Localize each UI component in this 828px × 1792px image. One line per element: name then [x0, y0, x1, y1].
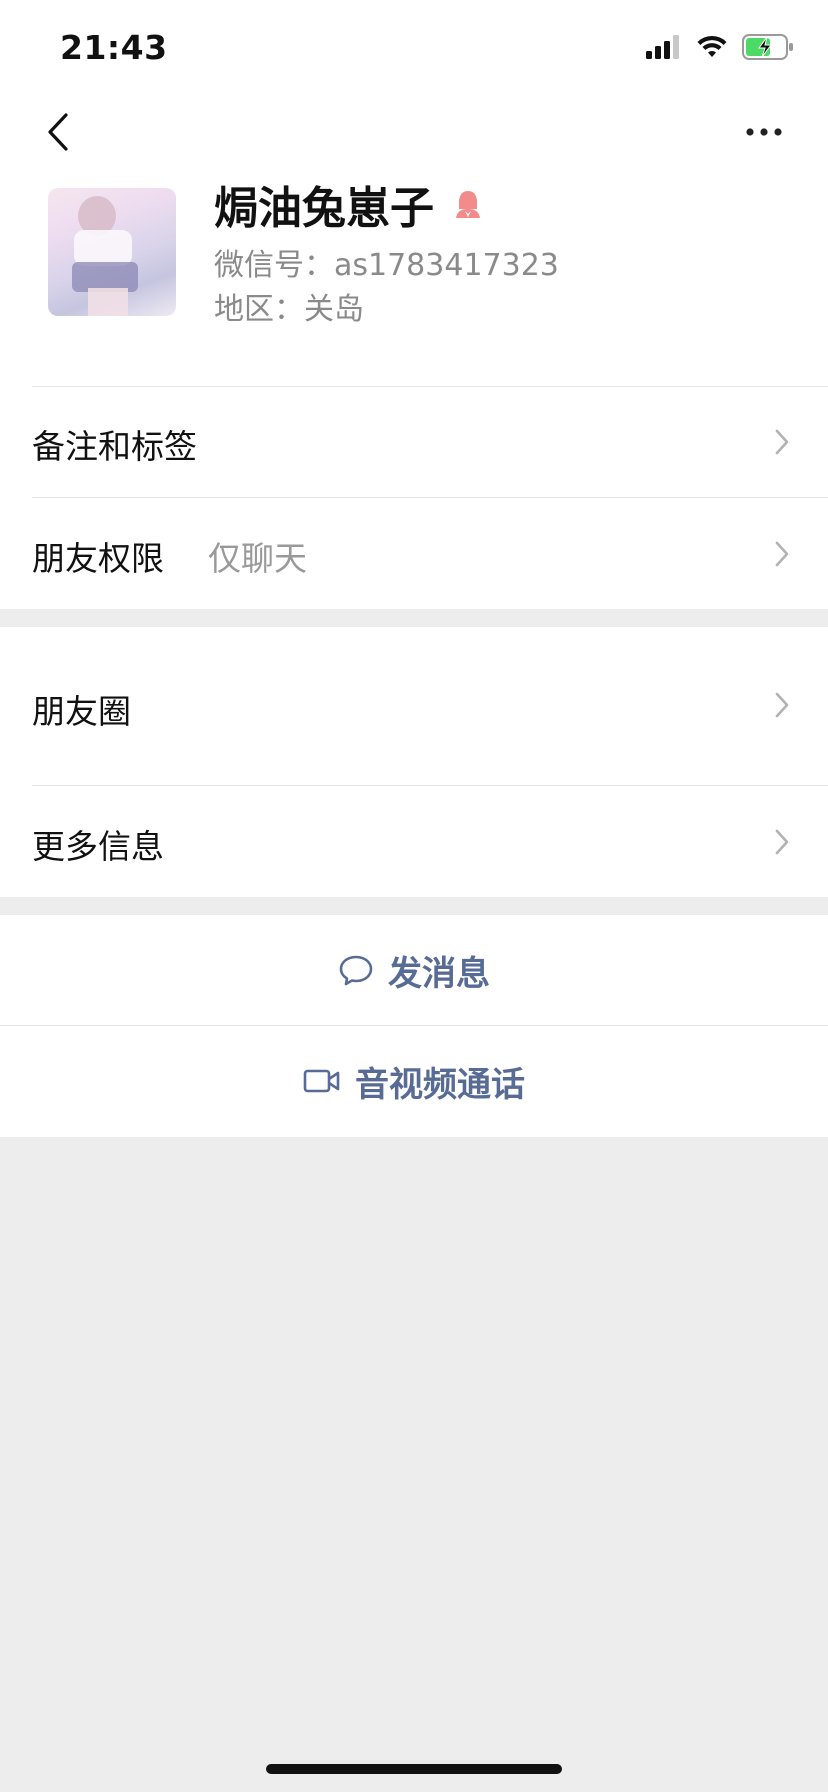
female-icon [452, 188, 484, 220]
remark-tags-cell[interactable]: 备注和标签 [0, 387, 828, 497]
home-indicator[interactable] [266, 1764, 562, 1774]
moments-cell[interactable]: 朋友圈 [0, 627, 828, 785]
cell-label: 更多信息 [32, 827, 164, 866]
status-bar: 21:43 [0, 0, 828, 100]
chevron-left-icon [48, 113, 68, 151]
more-info-cell[interactable]: 更多信息 [0, 786, 828, 897]
contact-profile-screen: 21:43 焗油兔崽子 微信号：as1783417323 地区：关岛 备注和标签… [0, 0, 828, 1792]
actions-group: 发消息 音视频通话 [0, 915, 828, 1137]
profile-header: 焗油兔崽子 微信号：as1783417323 地区：关岛 [0, 164, 828, 386]
wifi-icon [696, 35, 728, 63]
video-call-button[interactable]: 音视频通话 [0, 1026, 828, 1136]
video-camera-icon [303, 1069, 340, 1093]
status-time: 21:43 [60, 28, 168, 67]
ellipsis-icon [746, 128, 782, 136]
contact-name: 焗油兔崽子 [214, 183, 434, 234]
more-options-button[interactable] [734, 108, 794, 156]
avatar[interactable] [48, 188, 176, 316]
video-call-label: 音视频通话 [355, 1064, 525, 1105]
region: 地区：关岛 [214, 292, 364, 327]
chevron-right-icon [772, 689, 792, 721]
info-group: 朋友圈 更多信息 [0, 627, 828, 897]
wechat-id: 微信号：as1783417323 [214, 248, 559, 283]
nav-bar [0, 100, 828, 164]
send-message-label: 发消息 [388, 953, 490, 994]
chevron-right-icon [772, 826, 792, 858]
friend-permissions-cell[interactable]: 朋友权限 仅聊天 [0, 498, 828, 609]
send-message-button[interactable]: 发消息 [0, 915, 828, 1025]
cell-label: 备注和标签 [32, 427, 197, 466]
status-icons [646, 34, 794, 64]
battery-charging-icon [742, 34, 794, 64]
chevron-right-icon [772, 538, 792, 570]
cell-label: 朋友权限 [32, 539, 164, 578]
friend-permissions-value: 仅聊天 [208, 539, 307, 578]
cellular-signal-icon [646, 35, 682, 63]
chevron-right-icon [772, 426, 792, 458]
name-row: 焗油兔崽子 [214, 174, 484, 234]
chat-bubble-icon [339, 955, 373, 986]
cell-label: 朋友圈 [32, 692, 131, 731]
back-button[interactable] [34, 108, 82, 156]
